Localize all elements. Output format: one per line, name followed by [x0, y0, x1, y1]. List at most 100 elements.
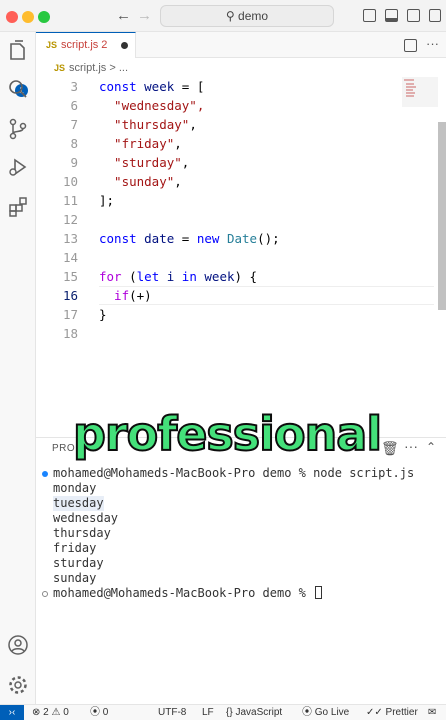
prettier-status[interactable]: ✓✓ Prettier — [366, 705, 418, 720]
code-token: , — [174, 136, 182, 151]
breadcrumb: JS script.js > ... — [36, 59, 446, 77]
code-line[interactable]: 7 "thursday", — [36, 115, 436, 134]
arrow-right-icon[interactable]: → — [137, 7, 152, 24]
code-token: week — [144, 79, 175, 94]
eol-status[interactable]: LF — [202, 705, 214, 720]
minimize-window-button[interactable] — [22, 11, 34, 23]
code-token: in — [174, 269, 205, 284]
terminal-output-line: sunday — [53, 571, 97, 585]
command-pending-dot — [42, 591, 48, 597]
terminal-output-line: monday — [53, 481, 97, 495]
code-token: ( — [121, 269, 137, 284]
more-actions-icon[interactable]: ··· — [404, 438, 418, 454]
gear-icon[interactable] — [7, 674, 29, 696]
minimap[interactable] — [402, 77, 438, 107]
tab-problems[interactable]: PRO — [52, 443, 75, 454]
tab-script-js[interactable]: JS script.js 2 — [36, 32, 136, 58]
code-token: , — [189, 117, 197, 132]
customize-layout-icon[interactable] — [429, 9, 441, 22]
code-line[interactable]: 13 const date = new Date(); — [36, 229, 436, 248]
line-number: 13 — [62, 231, 78, 246]
unsaved-dot-icon[interactable] — [121, 42, 128, 49]
language-label: JavaScript — [235, 707, 283, 718]
language-status[interactable]: {} JavaScript — [226, 705, 282, 720]
code-line[interactable]: 11]; — [36, 191, 436, 210]
line-number: 14 — [62, 250, 78, 265]
code-line[interactable]: 3 const week = [ — [36, 77, 436, 96]
code-text: const date = new Date(); — [99, 229, 280, 248]
code-line[interactable]: 15 for (let i in week) { — [36, 267, 436, 286]
code-text: "sunday", — [99, 172, 182, 191]
prompt-text: mohamed@Mohameds-MacBook-Pro demo % — [53, 586, 314, 600]
terminal-output-line: friday — [53, 541, 97, 555]
split-editor-icon[interactable] — [404, 39, 417, 52]
broadcast-icon: ⦿ — [90, 707, 100, 718]
code-line[interactable]: 14 — [36, 248, 436, 267]
trash-icon[interactable]: 🗑 — [381, 440, 399, 457]
code-line[interactable]: 6 "wednesday", — [36, 96, 436, 115]
files-icon[interactable] — [7, 40, 29, 62]
line-number: 6 — [70, 98, 78, 113]
remote-indicator-icon[interactable]: ›‹ — [0, 705, 24, 720]
code-text: "thursday", — [99, 115, 197, 134]
problems-status[interactable]: ⊗ 2 ⚠ 0 — [32, 705, 69, 720]
account-icon[interactable] — [7, 634, 29, 656]
search-icon: ⚲ — [225, 9, 235, 23]
breadcrumb-file[interactable]: script.js — [69, 62, 106, 74]
line-number: 11 — [62, 193, 78, 208]
go-live-button[interactable]: ⦿ Go Live — [302, 705, 349, 720]
line-number: 17 — [62, 307, 78, 322]
code-line[interactable]: 18 — [36, 324, 436, 343]
extensions-icon[interactable] — [7, 196, 29, 218]
code-text: const week = [ — [99, 77, 204, 96]
source-control-icon[interactable] — [7, 118, 29, 140]
editor-scrollbar[interactable] — [438, 122, 446, 310]
code-token: , — [174, 174, 182, 189]
terminal-output-line: tuesday — [53, 496, 104, 511]
terminal-output-line: wednesday — [53, 511, 119, 525]
line-number: 8 — [70, 136, 78, 151]
code-token: "sturday" — [99, 155, 182, 170]
code-line[interactable]: 10 "sunday", — [36, 172, 436, 191]
arrow-left-icon[interactable]: ← — [116, 7, 131, 24]
go-live-label: Go Live — [314, 707, 350, 718]
code-editor[interactable]: 3 const week = [6 "wednesday", 7 "thursday… — [36, 77, 446, 437]
code-token: , — [181, 155, 190, 170]
terminal-command-line: mohamed@Mohameds-MacBook-Pro demo % node… — [53, 466, 415, 480]
code-token: "thursday" — [99, 117, 190, 132]
title-bar: ← → ⚲ demo — [0, 0, 446, 32]
code-text: "friday", — [99, 134, 182, 153]
ports-status[interactable]: ⦿ 0 — [90, 705, 108, 720]
tab-problem-count: 2 — [101, 39, 108, 51]
warning-count: 0 — [63, 707, 69, 718]
code-line[interactable]: 8 "friday", — [36, 134, 436, 153]
code-line[interactable]: 9 "sturday", — [36, 153, 436, 172]
toggle-secondary-sidebar-icon[interactable] — [407, 9, 420, 22]
encoding-status[interactable]: UTF-8 — [158, 705, 186, 720]
code-token: (+) — [129, 288, 152, 303]
code-token: "sunday" — [99, 174, 175, 189]
notifications-icon[interactable]: ✉ — [428, 705, 436, 720]
breadcrumb-more[interactable]: ... — [119, 62, 128, 74]
close-window-button[interactable] — [6, 11, 18, 23]
line-number: 12 — [62, 212, 78, 227]
code-token: } — [99, 307, 107, 322]
search-icon[interactable] — [7, 78, 29, 100]
toggle-panel-icon[interactable] — [385, 9, 398, 22]
code-line[interactable]: 12 — [36, 210, 436, 229]
maximize-window-button[interactable] — [38, 11, 50, 23]
code-token: const — [99, 79, 145, 94]
toggle-sidebar-icon[interactable] — [363, 9, 376, 22]
code-line[interactable]: 17} — [36, 305, 436, 324]
code-line[interactable]: 16 if(+) — [36, 286, 436, 305]
run-debug-icon[interactable] — [7, 156, 29, 178]
command-center-search[interactable]: ⚲ demo — [160, 5, 334, 27]
breadcrumb-separator: > — [109, 62, 116, 74]
chevron-up-icon[interactable]: ⌃ — [426, 440, 436, 454]
javascript-file-icon: JS — [54, 63, 66, 73]
activity-bar: 1 — [0, 32, 36, 704]
javascript-file-icon: JS — [46, 40, 58, 50]
more-actions-icon[interactable]: ··· — [426, 36, 439, 51]
error-icon: ⊗ — [32, 707, 41, 718]
terminal-prompt[interactable]: mohamed@Mohameds-MacBook-Pro demo % — [53, 586, 323, 601]
